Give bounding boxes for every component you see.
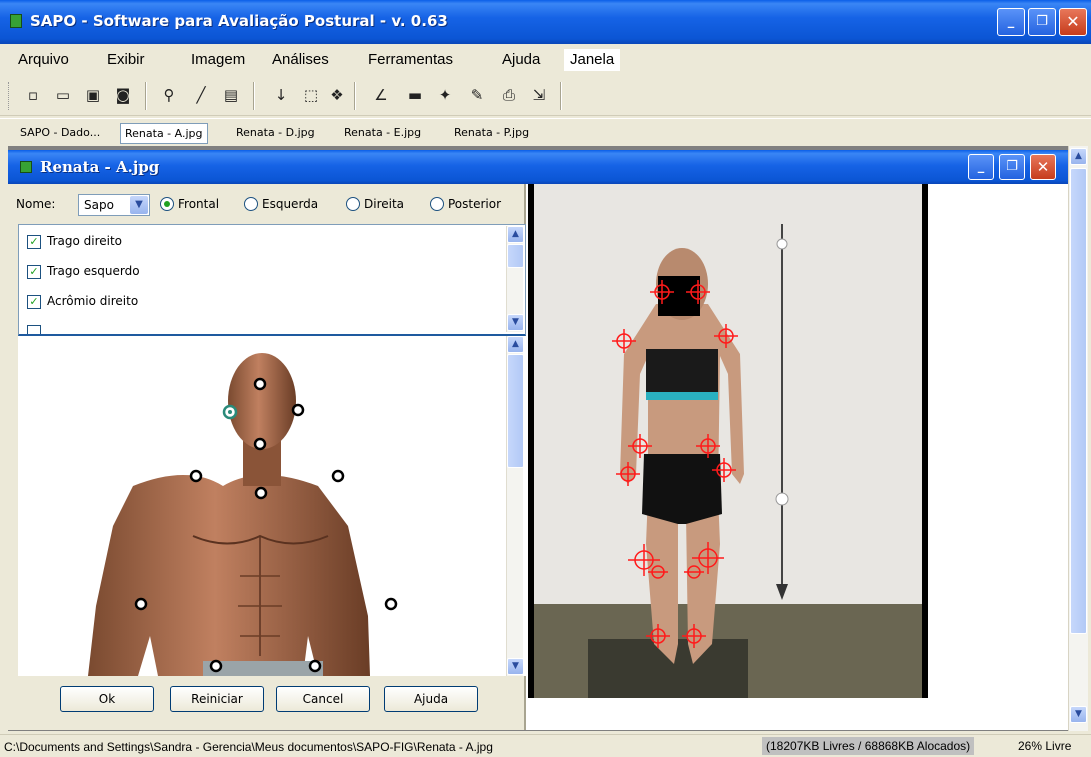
camera-icon[interactable]: ◙ [112, 84, 134, 106]
status-bar: C:\Documents and Settings\Sandra - Geren… [0, 734, 1091, 757]
body-model-figure [88, 353, 398, 676]
edit-icon[interactable]: ✎ [466, 84, 488, 106]
scroll-down-icon[interactable]: ▼ [1070, 706, 1087, 723]
nome-select[interactable]: Sapo ▼ [78, 194, 150, 216]
cancel-button[interactable]: Cancel [276, 686, 370, 712]
checkbox[interactable] [27, 325, 41, 334]
scroll-thumb[interactable] [507, 244, 524, 268]
sapo-app-window: SAPO - Software para Avaliação Postural … [0, 0, 1091, 757]
radio-esquerda-label[interactable]: Esquerda [262, 197, 318, 211]
scroll-thumb[interactable] [507, 354, 524, 468]
tab-renata-a[interactable]: Renata - A.jpg [120, 123, 208, 144]
tab-renata-p[interactable]: Renata - P.jpg [450, 123, 533, 144]
pen-icon[interactable]: ╱ [190, 84, 212, 106]
zoom-icon[interactable]: ⚲ [158, 84, 180, 106]
checkbox-checked[interactable]: ✓ [27, 235, 41, 249]
menu-imagem[interactable]: Imagem [191, 51, 245, 68]
child-maximize-button[interactable]: ❐ [999, 154, 1025, 180]
close-button[interactable]: ✕ [1059, 8, 1087, 36]
child-window-title: Renata - A.jpg [40, 158, 160, 176]
radio-frontal[interactable] [160, 197, 174, 211]
toolbar-separator [253, 82, 255, 110]
anatomical-points-list: ✓ Trago direito ✓ Trago esquerdo ✓ Acrôm… [18, 224, 526, 336]
crop-icon[interactable]: ⬚ [300, 84, 322, 106]
scroll-down-icon[interactable]: ▼ [507, 658, 524, 675]
document-tabs: SAPO - Dado... Renata - A.jpg Renata - D… [0, 118, 1091, 146]
child-minimize-button[interactable]: _ [968, 154, 994, 180]
radio-direita[interactable] [346, 197, 360, 211]
arrow-down-icon[interactable]: ↓ [270, 84, 292, 106]
new-icon[interactable]: ▫ [22, 84, 44, 106]
list-item-label: Trago esquerdo [47, 264, 140, 278]
menu-ajuda[interactable]: Ajuda [502, 51, 540, 68]
point-list-scrollbar[interactable]: ▲ ▼ [506, 226, 524, 332]
nome-label: Nome: [16, 197, 56, 211]
radio-esquerda[interactable] [244, 197, 258, 211]
menu-exibir[interactable]: Exibir [107, 51, 145, 68]
toolbar: ▫ ▭ ▣ ◙ ⚲ ╱ ▤ ↓ ⬚ ❖ ∠ ▬ ✦ ✎ ⎙ ⇲ [0, 74, 1091, 116]
checkbox-checked[interactable]: ✓ [27, 265, 41, 279]
ok-button[interactable]: Ok [60, 686, 154, 712]
maximize-button[interactable]: ❐ [1028, 8, 1056, 36]
toolbar-separator [145, 82, 147, 110]
frame-icon[interactable]: ▤ [220, 84, 242, 106]
main-scrollbar[interactable]: ▲ ▼ [1068, 146, 1088, 731]
tab-renata-e[interactable]: Renata - E.jpg [340, 123, 425, 144]
tab-sapo-dados[interactable]: SAPO - Dado... [16, 123, 104, 144]
body-model-view[interactable] [18, 336, 526, 676]
view-selector-row: Nome: Sapo ▼ Frontal Esquerda Direita Po… [8, 190, 518, 220]
toolbar-grip[interactable] [8, 82, 11, 110]
app-title-bar[interactable]: SAPO - Software para Avaliação Postural … [0, 0, 1091, 44]
status-free-percent: 26% Livre [1018, 739, 1072, 753]
export-icon[interactable]: ⇲ [528, 84, 550, 106]
chevron-down-icon[interactable]: ▼ [130, 196, 148, 214]
scroll-thumb[interactable] [1070, 168, 1087, 634]
radio-frontal-label[interactable]: Frontal [178, 197, 219, 211]
checkbox-checked[interactable]: ✓ [27, 295, 41, 309]
list-item-label: Acrômio direito [47, 294, 139, 308]
menu-janela[interactable]: Janela [564, 49, 621, 71]
scroll-up-icon[interactable]: ▲ [1070, 148, 1087, 165]
menu-analises[interactable]: Análises [272, 51, 329, 68]
child-window-title-bar[interactable]: Renata - A.jpg _ ❐ ✕ [8, 150, 1068, 184]
reset-button[interactable]: Reiniciar [170, 686, 264, 712]
app-icon [10, 14, 22, 28]
figure-scrollbar[interactable]: ▲ ▼ [506, 336, 524, 676]
save-icon[interactable]: ▣ [82, 84, 104, 106]
app-title: SAPO - Software para Avaliação Postural … [30, 12, 448, 30]
child-window-icon [20, 161, 32, 173]
child-close-button[interactable]: ✕ [1030, 154, 1056, 180]
ruler-icon[interactable]: ▬ [404, 84, 426, 106]
menu-arquivo[interactable]: Arquivo [18, 51, 69, 68]
list-item-label: Trago direito [47, 234, 123, 248]
menu-ferramentas[interactable]: Ferramentas [368, 51, 453, 68]
status-file-path: C:\Documents and Settings\Sandra - Geren… [4, 740, 493, 754]
nome-select-value: Sapo [84, 198, 114, 212]
radio-posterior-label[interactable]: Posterior [448, 197, 501, 211]
open-icon[interactable]: ▭ [52, 84, 74, 106]
minimize-button[interactable]: _ [997, 8, 1025, 36]
radio-direita-label[interactable]: Direita [364, 197, 404, 211]
scroll-up-icon[interactable]: ▲ [507, 226, 524, 243]
scroll-down-icon[interactable]: ▼ [507, 314, 524, 331]
radio-posterior[interactable] [430, 197, 444, 211]
status-memory: (18207KB Livres / 68868KB Alocados) [762, 737, 975, 755]
toolbar-separator [354, 82, 356, 110]
angle-icon[interactable]: ∠ [370, 84, 392, 106]
menu-bar: Arquivo Exibir Imagem Análises Ferrament… [0, 46, 1091, 72]
print-icon[interactable]: ⎙ [498, 84, 520, 106]
transform-icon[interactable]: ❖ [326, 84, 348, 106]
posture-photo-image [534, 184, 922, 698]
help-button[interactable]: Ajuda [384, 686, 478, 712]
posture-photo[interactable] [528, 184, 928, 698]
scroll-up-icon[interactable]: ▲ [507, 336, 524, 353]
toolbar-separator [560, 82, 562, 110]
markers-icon[interactable]: ✦ [434, 84, 456, 106]
tab-renata-d[interactable]: Renata - D.jpg [232, 123, 319, 144]
